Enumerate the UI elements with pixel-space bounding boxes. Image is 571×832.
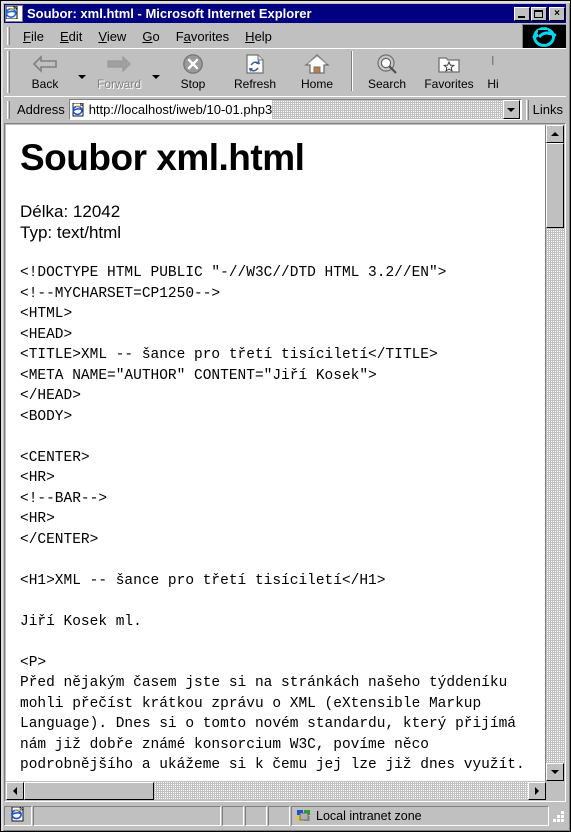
menu-bar: File Edit View Go Favorites Help (4, 24, 566, 48)
scroll-left-button[interactable] (6, 782, 24, 800)
stop-icon (181, 52, 205, 76)
scroll-down-button[interactable] (546, 763, 564, 781)
intranet-zone-icon (296, 809, 312, 824)
toolbar-label-back: Back (31, 77, 59, 91)
refresh-icon (244, 52, 266, 76)
menu-item-favorites[interactable]: Favorites (168, 27, 237, 46)
toolbar-button-history[interactable]: Hi (480, 49, 506, 93)
menu-item-help[interactable]: Help (237, 27, 280, 46)
status-pane-2 (222, 806, 244, 826)
ie-document-icon (70, 101, 87, 118)
address-input[interactable]: http://localhost/iweb/10-01.php3 (68, 99, 522, 120)
status-zone-text: Local intranet zone (316, 809, 422, 823)
home-icon (304, 52, 330, 76)
address-dropdown-button[interactable] (502, 100, 520, 119)
maximize-button[interactable] (531, 6, 547, 21)
resize-grip[interactable] (552, 809, 566, 823)
page-meta-type: Typ: text/html (20, 223, 122, 242)
scroll-right-button[interactable] (528, 782, 546, 800)
scroll-down-arrow-icon (551, 770, 559, 774)
horizontal-scroll-thumb[interactable] (24, 782, 154, 800)
toolbar-grip[interactable] (7, 51, 10, 93)
close-button[interactable]: × (549, 6, 565, 21)
toolbar-label-forward: Forward (96, 77, 141, 91)
browser-window: Soubor: xml.html - Microsoft Internet Ex… (0, 0, 571, 832)
forward-arrow-icon (106, 52, 132, 76)
back-arrow-icon (32, 52, 58, 76)
toolbar-label-search: Search (367, 77, 407, 91)
status-pane-3 (245, 806, 267, 826)
vertical-scrollbar[interactable] (546, 125, 564, 781)
favorites-icon (437, 52, 461, 76)
address-bar: Address http://localhost/iweb/10-01.php3… (4, 96, 566, 122)
title-bar[interactable]: Soubor: xml.html - Microsoft Internet Ex… (4, 4, 566, 23)
minimize-button[interactable] (514, 6, 530, 21)
links-grip[interactable] (525, 99, 529, 120)
toolbar-label-stop: Stop (180, 77, 206, 91)
status-pane-4 (268, 806, 290, 826)
toolbar-label-favorites: Favorites (424, 77, 474, 91)
page-meta-length: Délka: 12042 (20, 202, 121, 221)
content-area: Soubor xml.html Délka: 12042 Typ: text/h… (4, 123, 566, 802)
scrollbar-corner (546, 782, 564, 800)
document-viewport: Soubor xml.html Délka: 12042 Typ: text/h… (6, 125, 546, 781)
menu-grip[interactable] (7, 27, 10, 45)
chevron-down-icon (152, 75, 160, 79)
address-empty-fill[interactable] (272, 100, 503, 119)
source-code-block: <!DOCTYPE HTML PUBLIC "-//W3C//DTD HTML … (20, 265, 525, 773)
address-label: Address (17, 102, 65, 117)
toolbar-button-back[interactable]: Back (14, 49, 76, 93)
status-doc-icon-pane (4, 806, 32, 826)
toolbar-separator (351, 51, 353, 91)
page-title: Soubor xml.html (20, 137, 305, 178)
menu-item-file[interactable]: File (15, 27, 52, 46)
close-icon: × (554, 7, 560, 19)
vertical-scroll-thumb[interactable] (546, 143, 564, 228)
toolbar-button-favorites[interactable]: Favorites (418, 49, 480, 93)
chevron-down-icon (507, 107, 516, 112)
ie-document-icon (10, 807, 26, 825)
ie-document-icon (5, 5, 23, 22)
back-dropdown-button[interactable] (76, 49, 88, 93)
menu-item-view[interactable]: View (90, 27, 134, 46)
scroll-up-arrow-icon (551, 132, 559, 136)
toolbar-button-search[interactable]: Search (356, 49, 418, 93)
address-value: http://localhost/iweb/10-01.php3 (88, 102, 273, 117)
address-grip[interactable] (7, 100, 10, 119)
toolbar-button-home[interactable]: Home (286, 49, 348, 93)
toolbar-label-refresh: Refresh (233, 77, 277, 91)
status-zone-pane: Local intranet zone (291, 806, 549, 826)
toolbar-label-history: Hi (487, 77, 499, 91)
history-icon (489, 52, 497, 76)
ie-logo-icon[interactable] (522, 24, 566, 48)
menu-item-go[interactable]: Go (134, 27, 167, 46)
status-bar: Local intranet zone (4, 804, 566, 828)
toolbar-label-home: Home (300, 77, 333, 91)
search-icon (375, 52, 399, 76)
horizontal-scrollbar[interactable] (6, 782, 546, 800)
scroll-up-button[interactable] (546, 125, 564, 143)
toolbar-button-stop[interactable]: Stop (162, 49, 224, 93)
scroll-right-arrow-icon (535, 787, 539, 795)
links-label[interactable]: Links (533, 102, 563, 117)
chevron-down-icon (78, 75, 86, 79)
forward-dropdown-button[interactable] (150, 49, 162, 93)
window-controls: × (514, 6, 565, 21)
status-message-pane (33, 806, 221, 826)
toolbar: Back Forward Stop Refresh Home Search Fa… (4, 48, 566, 96)
window-title: Soubor: xml.html - Microsoft Internet Ex… (27, 6, 312, 21)
toolbar-button-forward[interactable]: Forward (88, 49, 150, 93)
menu-item-edit[interactable]: Edit (52, 27, 90, 46)
scroll-left-arrow-icon (13, 787, 17, 795)
toolbar-button-refresh[interactable]: Refresh (224, 49, 286, 93)
